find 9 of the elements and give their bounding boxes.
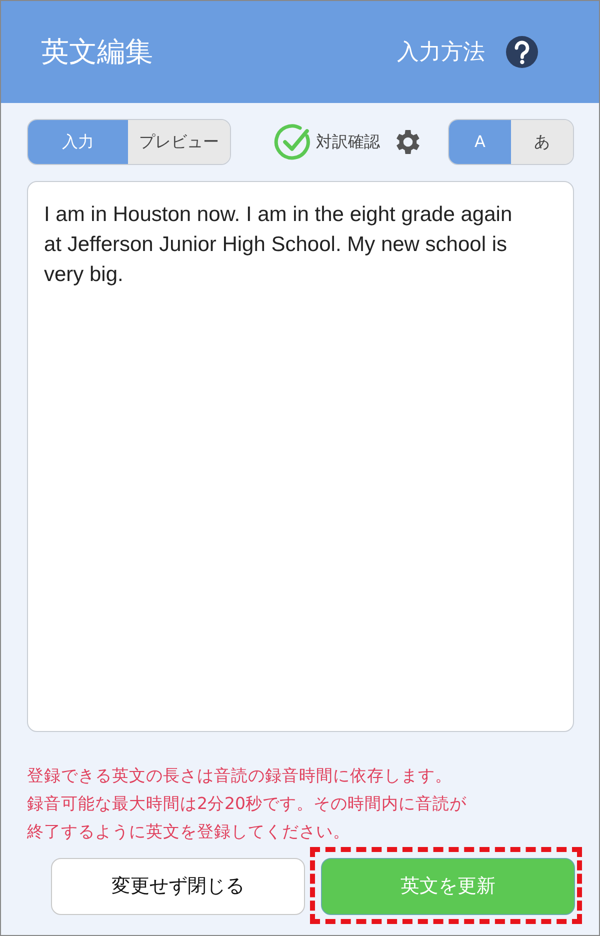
english-text-field[interactable]: I am in Houston now. I am in the eight grade again at Jefferson Junior High School. My new school is very big. — [27, 181, 574, 732]
script-tab[interactable]: あ — [511, 120, 573, 164]
check-circle-icon[interactable] — [274, 123, 312, 161]
close-button[interactable]: 変更せず閉じる — [51, 858, 305, 915]
mode-tab[interactable]: プレビュー — [128, 120, 230, 164]
help-icon[interactable] — [505, 35, 539, 69]
translation-check-label[interactable]: 対訳確認 — [316, 130, 380, 154]
page-title: 英文編集 — [41, 34, 153, 70]
length-notice: 登録できる英文の長さは音読の録音時間に依存します。 録音可能な最大時間は2分20秒です。その時間内に音読が 終了するように英文を登録してください。 — [27, 765, 468, 843]
